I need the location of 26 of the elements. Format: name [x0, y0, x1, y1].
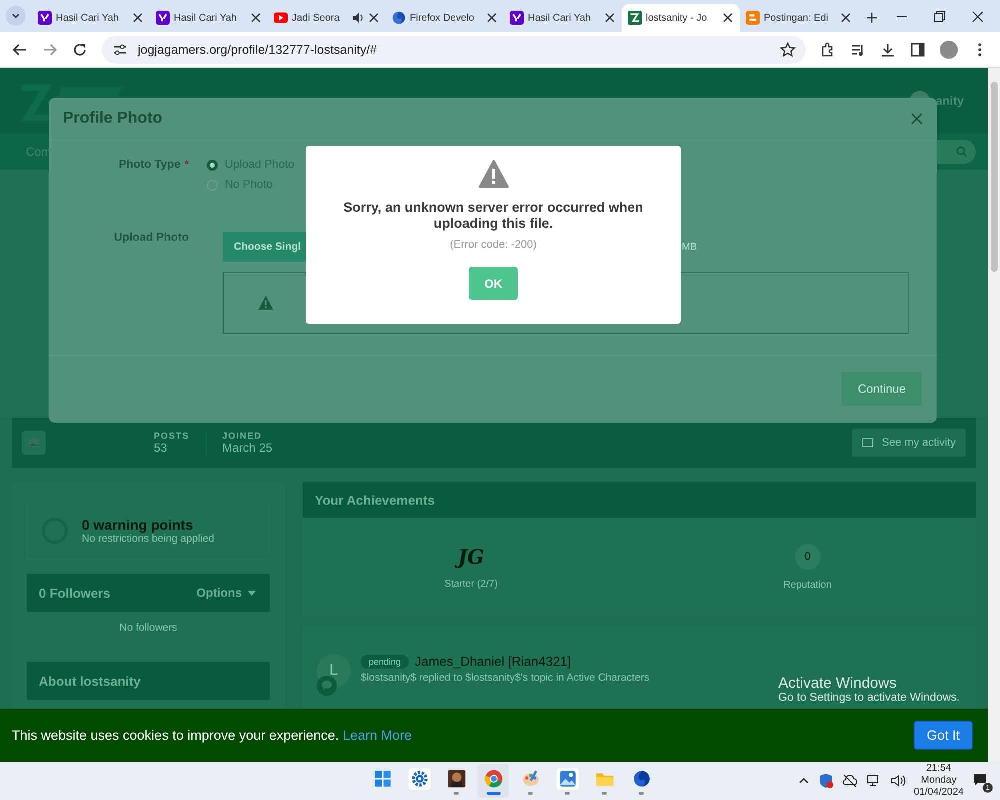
url-text: jogjagamers.org/profile/132777-lostsanity/# — [138, 42, 378, 56]
reputation-badge: 0 — [794, 544, 821, 570]
required-mark: * — [184, 159, 189, 171]
warning-title: 0 warning points — [82, 517, 194, 533]
status-badge: pending — [361, 654, 410, 668]
achievement-label: Starter (2/7) — [444, 578, 498, 590]
achievement-label: Reputation — [784, 580, 832, 590]
empty-message: No followers — [118, 621, 178, 636]
field-label: Upload Photo — [114, 232, 189, 244]
cookie-message: This website uses cookies to improve your experience. Learn More — [12, 728, 412, 743]
followers-title: 0 Followers — [39, 586, 111, 600]
about-title: About lostsanity — [39, 674, 141, 688]
stat-label: POSTS — [154, 431, 190, 441]
stat-label: JOINED — [222, 431, 264, 441]
error-message: Sorry, an unknown server error occurred when uploading this file. — [342, 200, 644, 232]
achievements-title: Your Achievements — [315, 492, 435, 508]
stat-value: March 25 — [222, 441, 273, 455]
size-hint: MB — [682, 242, 697, 252]
dialog-title: Profile Photo — [63, 110, 163, 128]
warning-subtitle: No restrictions being applied — [82, 533, 214, 545]
stat-value: 53 — [154, 441, 168, 455]
error-code: (Error code: -200) — [450, 239, 537, 251]
activation-subtitle: Go to Settings to activate Windows. — [778, 692, 960, 704]
activation-title: Activate Windows — [778, 675, 898, 692]
field-label: Photo Type — [118, 159, 181, 171]
activity-text: $lostsanity$ replied to $lostsanity$'s topic in Active Characters — [361, 672, 650, 684]
